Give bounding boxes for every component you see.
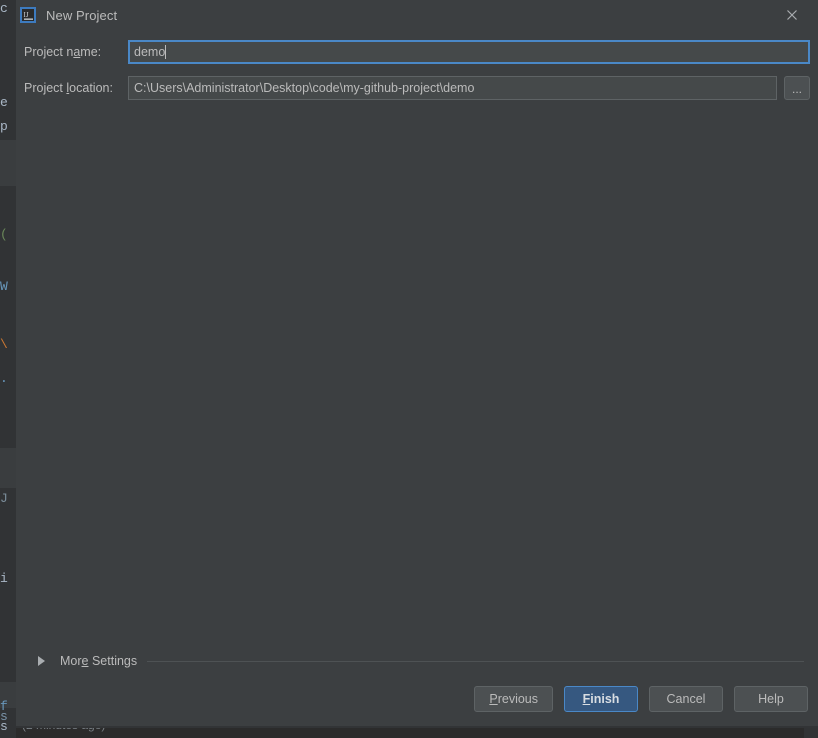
project-name-input[interactable]: demo bbox=[128, 40, 810, 64]
previous-button-label-suffix: revious bbox=[497, 692, 538, 706]
cancel-button-label-prefix: Cancel bbox=[666, 692, 706, 706]
code-fragment: . bbox=[0, 371, 8, 386]
project-form: Project name: demo Project location: C:\… bbox=[16, 30, 818, 110]
project-name-label-suffix: me: bbox=[80, 45, 102, 59]
previous-button-label-mnemonic: P bbox=[489, 692, 498, 706]
editor-code-fragments: c e p(W \. Ji f s bbox=[0, 0, 16, 738]
more-settings-label-suffix: Settings bbox=[88, 654, 138, 668]
section-divider bbox=[147, 660, 804, 662]
more-settings-toggle[interactable]: More Settings bbox=[16, 650, 818, 672]
project-name-label-prefix: Project n bbox=[24, 45, 74, 59]
previous-button[interactable]: Previous bbox=[474, 686, 553, 712]
intellij-idea-icon: IJ bbox=[20, 7, 36, 23]
cancel-button[interactable]: Cancel bbox=[649, 686, 723, 712]
code-fragment: i bbox=[0, 571, 8, 586]
code-fragment: ( bbox=[0, 227, 8, 242]
code-fragment: e bbox=[0, 95, 8, 110]
more-settings-label: More Settings bbox=[60, 654, 137, 668]
project-name-value: demo bbox=[134, 45, 166, 59]
project-location-label-prefix: Project bbox=[24, 81, 67, 95]
help-button[interactable]: Help bbox=[734, 686, 808, 712]
dialog-empty-content bbox=[16, 110, 818, 650]
svg-text:IJ: IJ bbox=[23, 11, 28, 19]
help-button-label-prefix: Help bbox=[758, 692, 784, 706]
project-location-label: Project location: bbox=[24, 81, 128, 95]
code-fragment: p bbox=[0, 119, 8, 134]
dialog-titlebar: IJ New Project bbox=[16, 0, 818, 30]
new-project-dialog: IJ New Project Project name: demo Projec… bbox=[16, 0, 818, 726]
project-name-label: Project name: bbox=[24, 45, 128, 59]
chevron-right-icon bbox=[38, 656, 52, 666]
dialog-title: New Project bbox=[46, 7, 118, 23]
project-location-input[interactable]: C:\Users\Administrator\Desktop\code\my-g… bbox=[128, 76, 777, 100]
code-fragment: c bbox=[0, 1, 8, 16]
close-icon[interactable] bbox=[774, 0, 810, 30]
finish-button[interactable]: Finish bbox=[564, 686, 638, 712]
dialog-bottom-edge bbox=[16, 726, 818, 728]
code-fragment: J bbox=[0, 491, 8, 506]
text-caret bbox=[165, 45, 167, 59]
project-location-label-suffix: ocation: bbox=[69, 81, 113, 95]
code-fragment: \ bbox=[0, 337, 8, 352]
dialog-button-bar: Previous Finish Cancel Help bbox=[16, 686, 818, 726]
code-fragment: W bbox=[0, 279, 8, 294]
browse-location-button[interactable]: ... bbox=[784, 76, 810, 100]
project-location-value: C:\Users\Administrator\Desktop\code\my-g… bbox=[134, 81, 475, 95]
form-row-project-location: Project location: C:\Users\Administrator… bbox=[24, 74, 810, 102]
form-row-project-name: Project name: demo bbox=[24, 38, 810, 66]
more-settings-label-prefix: Mor bbox=[60, 654, 82, 668]
finish-button-label-mnemonic: F bbox=[582, 692, 591, 706]
finish-button-label-suffix: inish bbox=[590, 692, 620, 706]
